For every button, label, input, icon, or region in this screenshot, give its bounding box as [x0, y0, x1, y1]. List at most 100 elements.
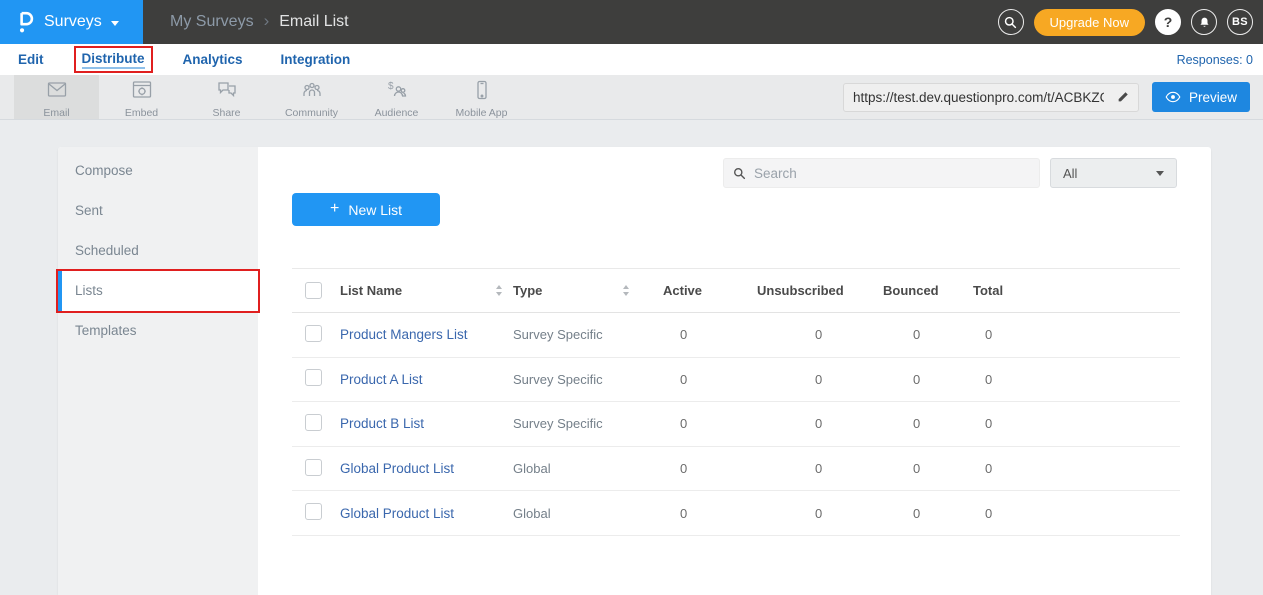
tab-analytics[interactable]: Analytics: [183, 52, 243, 67]
unsubscribed-count: 0: [757, 461, 883, 476]
row-checkbox[interactable]: [305, 503, 322, 520]
community-icon: [299, 78, 325, 105]
row-checkbox[interactable]: [305, 369, 322, 386]
sidebar-item-sent[interactable]: Sent: [58, 191, 258, 231]
sort-icon[interactable]: [623, 285, 629, 296]
distribute-toolbar: Email Embed Share Community $ Audience: [0, 75, 1263, 120]
responses-count[interactable]: Responses: 0: [1177, 53, 1253, 67]
list-name-link[interactable]: Global Product List: [340, 461, 454, 476]
breadcrumb: My Surveys › Email List: [170, 13, 349, 31]
tab-distribute[interactable]: Distribute: [82, 51, 145, 69]
total-count: 0: [973, 461, 1180, 476]
row-checkbox[interactable]: [305, 459, 322, 476]
chevron-down-icon: [1156, 171, 1164, 176]
survey-nav: Edit Distribute Analytics Integration Re…: [0, 44, 1263, 75]
unsubscribed-count: 0: [757, 506, 883, 521]
product-menu[interactable]: Surveys: [0, 0, 143, 44]
list-type: Survey Specific: [513, 327, 663, 342]
table-row: Global Product List Global 0 0 0 0: [292, 447, 1180, 492]
preview-button[interactable]: Preview: [1152, 82, 1250, 112]
column-header-bounced: Bounced: [883, 283, 973, 298]
search-icon: [733, 167, 746, 180]
audience-icon: $: [384, 78, 410, 105]
list-name-link[interactable]: Product A List: [340, 372, 423, 387]
embed-icon: [129, 78, 155, 105]
column-header-unsubscribed: Unsubscribed: [757, 283, 883, 298]
topbar: Surveys My Surveys › Email List Upgrade …: [0, 0, 1263, 44]
tab-share[interactable]: Share: [184, 75, 269, 119]
list-name-link[interactable]: Product B List: [340, 416, 424, 431]
tab-mobile-app[interactable]: Mobile App: [439, 75, 524, 119]
list-type: Global: [513, 461, 663, 476]
unsubscribed-count: 0: [757, 372, 883, 387]
select-all-checkbox[interactable]: [305, 282, 322, 299]
notifications-bell-icon[interactable]: [1191, 9, 1217, 35]
active-count: 0: [663, 506, 757, 521]
unsubscribed-count: 0: [757, 327, 883, 342]
sort-icon[interactable]: [496, 285, 502, 296]
tab-audience[interactable]: $ Audience: [354, 75, 439, 119]
column-header-type: Type: [513, 283, 663, 298]
column-header-total: Total: [973, 283, 1180, 298]
table-header-row: List Name Type Active Unsubscribed Bounc…: [292, 269, 1180, 313]
sidebar-item-scheduled[interactable]: Scheduled: [58, 231, 258, 271]
survey-url-box: [843, 83, 1139, 112]
search-icon[interactable]: [998, 9, 1024, 35]
sidebar-item-lists[interactable]: Lists: [58, 271, 258, 311]
tab-distribute-highlight: Distribute: [74, 46, 153, 73]
table-body: Product Mangers List Survey Specific 0 0…: [292, 313, 1180, 536]
active-count: 0: [663, 372, 757, 387]
list-controls: All: [292, 158, 1177, 188]
tab-email[interactable]: Email: [14, 75, 99, 119]
total-count: 0: [973, 416, 1180, 431]
list-name-link[interactable]: Product Mangers List: [340, 327, 468, 342]
table-row: Global Product List Global 0 0 0 0: [292, 491, 1180, 536]
mobile-icon: [469, 78, 495, 105]
total-count: 0: [973, 327, 1180, 342]
row-checkbox[interactable]: [305, 414, 322, 431]
email-lists-panel: Compose Sent Scheduled Lists Templates A…: [58, 147, 1211, 595]
sidebar-item-compose[interactable]: Compose: [58, 151, 258, 191]
unsubscribed-count: 0: [757, 416, 883, 431]
help-icon[interactable]: ?: [1155, 9, 1181, 35]
envelope-icon: [44, 78, 70, 105]
new-list-button[interactable]: + New List: [292, 193, 440, 226]
upgrade-now-button[interactable]: Upgrade Now: [1034, 9, 1146, 36]
survey-url-input[interactable]: [844, 90, 1108, 105]
list-name-link[interactable]: Global Product List: [340, 506, 454, 521]
chevron-down-icon: [111, 21, 119, 26]
breadcrumb-my-surveys[interactable]: My Surveys: [170, 13, 254, 31]
column-header-list-name: List Name: [340, 283, 513, 298]
avatar[interactable]: BS: [1227, 9, 1253, 35]
row-checkbox[interactable]: [305, 325, 322, 342]
list-search-input[interactable]: [754, 166, 1030, 181]
breadcrumb-separator: ›: [264, 11, 270, 31]
active-count: 0: [663, 461, 757, 476]
share-icon: [214, 78, 240, 105]
total-count: 0: [973, 372, 1180, 387]
table-row: Product Mangers List Survey Specific 0 0…: [292, 313, 1180, 358]
bounced-count: 0: [883, 372, 973, 387]
email-sidebar: Compose Sent Scheduled Lists Templates: [58, 147, 258, 595]
active-count: 0: [663, 327, 757, 342]
topbar-actions: Upgrade Now ? BS: [998, 9, 1263, 36]
edit-url-pencil-icon[interactable]: [1108, 84, 1138, 111]
total-count: 0: [973, 506, 1180, 521]
bounced-count: 0: [883, 327, 973, 342]
page-title: Email List: [279, 13, 348, 31]
tab-embed[interactable]: Embed: [99, 75, 184, 119]
product-menu-label: Surveys: [44, 13, 102, 31]
column-header-active: Active: [663, 283, 757, 298]
list-search-box: [723, 158, 1040, 188]
table-row: Product A List Survey Specific 0 0 0 0: [292, 358, 1180, 403]
channel-tabs: Email Embed Share Community $ Audience: [14, 75, 524, 119]
tab-edit[interactable]: Edit: [18, 52, 44, 67]
list-type: Survey Specific: [513, 416, 663, 431]
filter-value: All: [1063, 166, 1077, 181]
list-filter-dropdown[interactable]: All: [1050, 158, 1177, 188]
lists-table: List Name Type Active Unsubscribed Bounc…: [292, 268, 1180, 536]
tab-community[interactable]: Community: [269, 75, 354, 119]
active-count: 0: [663, 416, 757, 431]
sidebar-item-templates[interactable]: Templates: [58, 311, 258, 351]
tab-integration[interactable]: Integration: [281, 52, 351, 67]
